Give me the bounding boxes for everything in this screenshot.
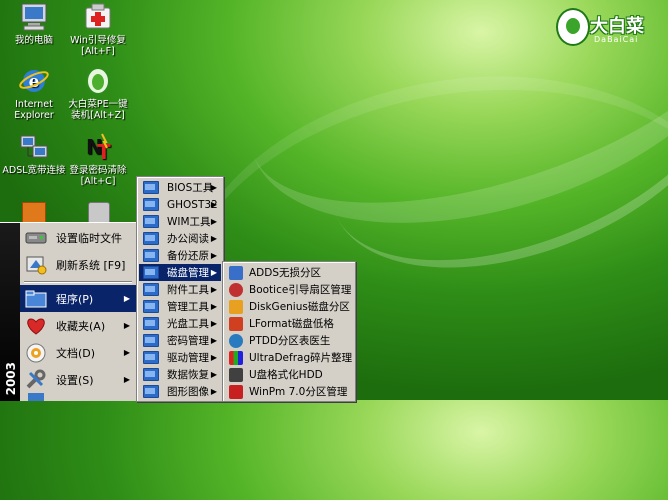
submenu-arrow-icon: ▶ [210,370,217,379]
ptdd-icon [229,333,243,348]
submenu-arrow-icon: ▶ [123,294,130,303]
start-item-temp-files[interactable]: 设置临时文件 [20,224,136,251]
programs-icon [24,288,48,310]
disk-management-submenu: ADDS无损分区 Bootice引导扇区管理 DiskGenius磁盘分区 LF… [222,261,356,402]
submenu-arrow-icon: ▶ [123,348,130,357]
desktop-icon-dabaicai-install[interactable]: 大白菜PE一键 装机[Alt+Z] [66,66,130,121]
boot-repair-icon [82,2,114,32]
menu-item-lformat[interactable]: LFormat磁盘低格 [225,315,353,332]
menu-item-bootice[interactable]: Bootice引导扇区管理 [225,281,353,298]
adsl-connection-icon [18,132,50,162]
folder-icon [143,317,159,330]
favorites-icon [24,315,48,337]
programs-submenu: BIOS工具 ▶ GHOST32 ▶ WIM工具 ▶ 办公阅读 ▶ 备份还原 ▶ 磁盘管理… [136,176,224,402]
menu-item-ultradefrag[interactable]: UltraDefrag碎片整理 [225,349,353,366]
start-menu-banner: 2003 [0,223,20,401]
submenu-arrow-icon: ▶ [210,302,217,311]
submenu-arrow-icon: ▶ [210,200,217,209]
my-computer-icon [18,2,50,32]
ultradefrag-icon [229,350,243,365]
desktop-icon-adsl-connection[interactable]: ADSL宽带连接 [2,132,66,176]
winpm-icon [229,384,243,399]
submenu-arrow-icon: ▶ [210,183,217,192]
usb-format-icon [229,367,243,382]
internet-explorer-icon: e [18,66,50,96]
submenu-arrow-icon: ▶ [210,336,217,345]
folder-icon [143,232,159,245]
folder-icon [143,300,159,313]
submenu-arrow-icon: ▶ [210,387,217,396]
start-item-refresh-system[interactable]: 刷新系统 [F9] [20,251,136,278]
folder-icon [143,181,159,194]
folder-icon [143,334,159,347]
menu-item-usb-format[interactable]: U盘格式化HDD [225,366,353,383]
folder-icon [143,266,159,279]
menu-item-backup-restore[interactable]: 备份还原 ▶ [139,247,221,264]
menu-item-diskgenius[interactable]: DiskGenius磁盘分区 [225,298,353,315]
desktop-icon-password-clear[interactable]: NT 登录密码清除 [Alt+C] [66,132,130,187]
menu-item-bios-tools[interactable]: BIOS工具 ▶ [139,179,221,196]
documents-icon [24,342,48,364]
start-item-programs[interactable]: 程序(P) ▶ [20,285,136,312]
menu-item-disc-tools[interactable]: 光盘工具 ▶ [139,315,221,332]
menu-item-winpm[interactable]: WinPm 7.0分区管理 [225,383,353,400]
submenu-arrow-icon: ▶ [210,217,217,226]
submenu-arrow-icon: ▶ [123,375,130,384]
diskgenius-icon [229,299,243,314]
menu-item-graphics[interactable]: 图形图像 ▶ [139,383,221,400]
menu-item-wim-tools[interactable]: WIM工具 ▶ [139,213,221,230]
dabaicai-install-icon [82,66,114,96]
desktop-icon-my-computer[interactable]: 我的电脑 [2,2,66,46]
menu-item-password-management[interactable]: 密码管理 ▶ [139,332,221,349]
settings-icon [24,369,48,391]
menu-item-data-recovery[interactable]: 数据恢复 ▶ [139,366,221,383]
menu-item-office-reading[interactable]: 办公阅读 ▶ [139,230,221,247]
dabaicai-logo: 大白菜 DaBaiCai [556,8,664,48]
folder-icon [143,215,159,228]
menu-item-ghost32[interactable]: GHOST32 ▶ [139,196,221,213]
menu-item-admin-tools[interactable]: 管理工具 ▶ [139,298,221,315]
submenu-arrow-icon: ▶ [210,319,217,328]
hidden-desktop-icon [88,202,110,224]
refresh-system-icon [24,254,48,276]
lformat-icon [229,316,243,331]
start-menu-separator [24,281,132,283]
menu-item-ptdd[interactable]: PTDD分区表医生 [225,332,353,349]
submenu-arrow-icon: ▶ [123,321,130,330]
submenu-arrow-icon: ▶ [210,251,217,260]
folder-icon [143,351,159,364]
folder-icon [143,249,159,262]
start-item-favorites[interactable]: 收藏夹(A) ▶ [20,312,136,339]
menu-item-adds-partition[interactable]: ADDS无损分区 [225,264,353,281]
submenu-arrow-icon: ▶ [210,268,217,277]
desktop-icon-boot-repair[interactable]: Win引导修复 [Alt+F] [66,2,130,57]
adds-partition-icon [229,265,243,280]
temp-files-icon [24,227,48,249]
menu-item-driver-management[interactable]: 驱动管理 ▶ [139,349,221,366]
folder-icon [143,198,159,211]
submenu-arrow-icon: ▶ [210,285,217,294]
hidden-desktop-icon [22,202,46,224]
start-item-settings[interactable]: 设置(S) ▶ [20,366,136,393]
submenu-arrow-icon: ▶ [210,353,217,362]
password-clear-icon: NT [82,132,114,164]
folder-icon [143,283,159,296]
start-menu: 2003 设置临时文件 刷新系统 [F9] 程序(P) ▶ 收藏夹(A) ▶ 文… [0,222,137,401]
folder-icon [143,368,159,381]
submenu-arrow-icon: ▶ [210,234,217,243]
desktop-icon-internet-explorer[interactable]: e Internet Explorer [2,66,66,121]
menu-item-disk-management[interactable]: 磁盘管理 ▶ [139,264,221,281]
folder-icon [143,385,159,398]
start-item-documents[interactable]: 文档(D) ▶ [20,339,136,366]
menu-item-accessories[interactable]: 附件工具 ▶ [139,281,221,298]
bootice-icon [229,282,243,297]
cabbage-logo-icon [556,8,590,46]
